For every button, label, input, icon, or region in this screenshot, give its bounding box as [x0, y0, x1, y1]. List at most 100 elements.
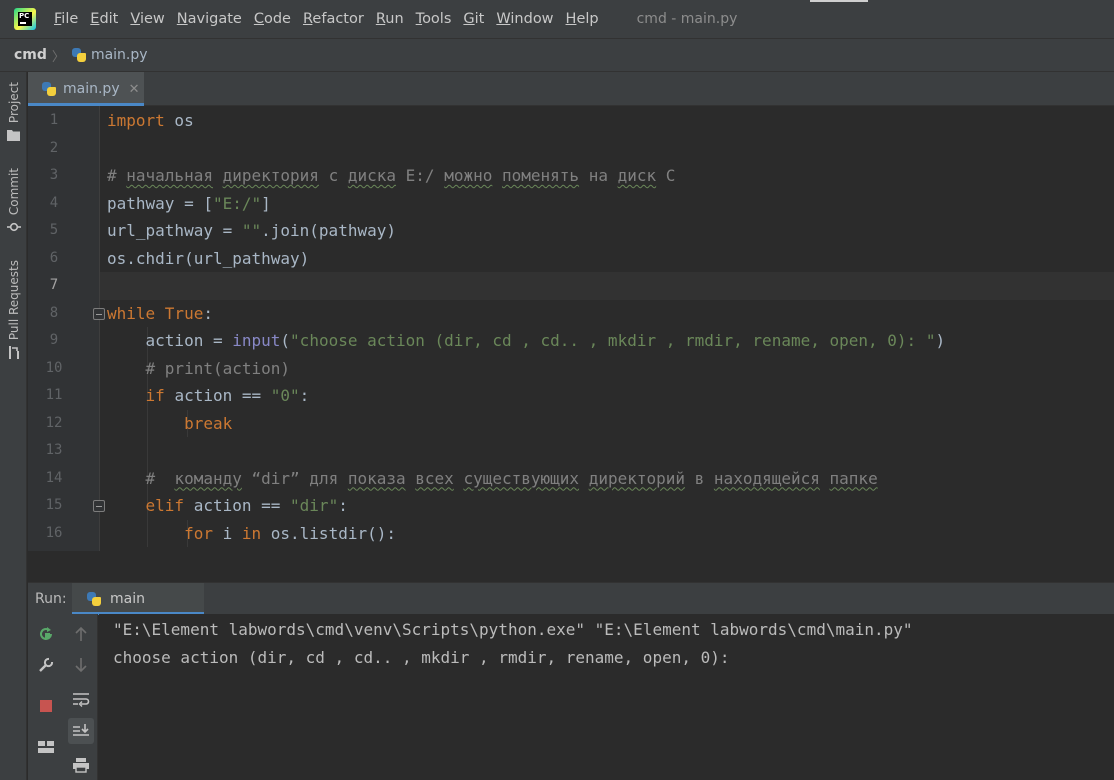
code-line[interactable]: # команду “dir” для показа всех существу… — [107, 465, 878, 493]
navigation-bar: cmd 〉 main.py — [0, 38, 1114, 72]
code-token: ( — [280, 331, 291, 350]
menu-git[interactable]: Git — [463, 11, 484, 27]
line-number: 13 — [45, 442, 63, 458]
breadcrumb-file[interactable]: main.py — [91, 47, 148, 63]
project-tool-label: Project — [6, 82, 21, 124]
wrench-icon — [39, 657, 54, 672]
fold-marker-icon[interactable] — [93, 307, 105, 320]
menu-mnemonic: T — [415, 11, 423, 27]
breadcrumb-project[interactable]: cmd — [14, 47, 47, 63]
soft-wrap-icon — [73, 693, 90, 707]
layout-icon — [38, 741, 54, 753]
rerun-button[interactable] — [33, 621, 59, 647]
menu-refactor[interactable]: Refactor — [303, 11, 364, 27]
code-line[interactable]: os.chdir(url_pathway) — [107, 245, 309, 273]
code-token: всех — [415, 468, 454, 488]
breadcrumb-separator: 〉 — [51, 49, 65, 65]
code-token: ] — [261, 193, 271, 213]
menu-mnemonic: F — [54, 11, 62, 27]
code-line[interactable]: if action == "0": — [107, 382, 310, 410]
tab-main-py[interactable]: main.py ✕ — [28, 72, 144, 106]
code-line[interactable]: url_pathway = "".join(pathway) — [107, 217, 396, 245]
code-token: in — [241, 523, 271, 543]
menu-run[interactable]: Run — [376, 11, 404, 27]
code-token: показа — [347, 468, 406, 488]
code-token: True — [164, 303, 204, 323]
code-token: elif — [145, 496, 194, 515]
arrow-up-icon — [75, 626, 87, 641]
scroll-to-end-button[interactable] — [68, 718, 94, 744]
code-line[interactable]: while True: — [107, 300, 213, 328]
folder-icon — [7, 130, 20, 142]
soft-wrap-button[interactable] — [68, 686, 94, 712]
code-token: находящейся — [713, 468, 820, 488]
window-title: cmd - main.py — [636, 11, 738, 27]
rerun-icon — [40, 627, 52, 640]
line-number: 9 — [49, 332, 59, 348]
fold-marker-icon[interactable] — [93, 500, 105, 512]
editor-gutter: 1 2 3 4 5 6 7 8 9 10 11 12 13 14 15 16 — [28, 106, 105, 551]
menu-bar: PC File Edit View Navigate Code Refactor Run To… — [0, 0, 1114, 38]
stop-button[interactable] — [33, 693, 59, 719]
current-line-highlight — [100, 272, 1114, 300]
code-line[interactable]: for i in os.listdir(): — [107, 520, 396, 548]
line-number: 7 — [49, 277, 59, 293]
menu-edit[interactable]: Edit — [90, 11, 118, 27]
line-number: 6 — [49, 249, 59, 266]
run-toolbar — [28, 614, 98, 780]
commit-tool-window-button[interactable]: Commit — [0, 168, 27, 233]
menu-code[interactable]: Code — [254, 11, 291, 27]
pull-requests-tool-window-button[interactable]: Pull Requests — [0, 260, 27, 360]
arrow-down-icon — [75, 658, 87, 673]
code-token: pathway = [ — [107, 193, 213, 213]
run-tab-main[interactable]: main — [72, 583, 204, 615]
menu-window[interactable]: Window — [496, 11, 553, 27]
previous-occurrence-button[interactable] — [68, 621, 94, 647]
code-line[interactable]: action = input("choose action (dir, cd ,… — [107, 327, 946, 355]
menu-mnemonic: V — [130, 11, 140, 27]
menu-mnemonic: C — [253, 11, 264, 27]
code-token: ) — [935, 331, 946, 350]
menu-view[interactable]: View — [130, 11, 164, 27]
next-occurrence-button[interactable] — [68, 652, 94, 678]
modify-run-configuration-button[interactable] — [33, 652, 59, 678]
code-token: # print(action) — [107, 358, 291, 378]
commit-tool-label: Commit — [6, 168, 21, 216]
code-token: диска — [347, 166, 397, 185]
menu-file[interactable]: File — [54, 11, 78, 27]
code-token: начальная — [126, 166, 213, 185]
code-token: папке — [829, 468, 878, 488]
pull-requests-tool-label: Pull Requests — [6, 260, 21, 341]
close-tab-icon[interactable]: ✕ — [129, 82, 140, 97]
layout-button[interactable] — [33, 734, 59, 760]
menu-help[interactable]: Help — [566, 11, 599, 27]
menu-mnemonic: E — [90, 11, 100, 27]
print-button[interactable] — [68, 752, 94, 778]
code-token: "choose action (dir, cd , cd.. , mkdir ,… — [290, 331, 936, 350]
line-number: 5 — [49, 222, 59, 238]
run-console-output[interactable]: "E:\Element labwords\cmd\venv\Scripts\py… — [99, 614, 1114, 780]
code-line[interactable]: import os — [107, 107, 194, 135]
code-line[interactable]: break — [107, 410, 232, 438]
code-token: input — [232, 331, 281, 350]
stop-icon — [40, 700, 52, 712]
menu-navigate[interactable]: Navigate — [177, 11, 242, 27]
console-line: choose action (dir, cd , cd.. , mkdir , … — [113, 648, 740, 667]
menu-mnemonic: N — [176, 11, 188, 27]
code-line[interactable]: pathway = ["E:/"] — [107, 190, 271, 218]
code-editor[interactable]: 1 2 3 4 5 6 7 8 9 10 11 12 13 14 15 16 import os # начал… — [28, 106, 1114, 551]
code-line[interactable]: elif action == "dir": — [107, 492, 348, 520]
code-token: команду — [174, 468, 242, 488]
code-line[interactable]: # начальная директория с диска E:/ можно… — [107, 162, 675, 190]
run-panel-label: Run: — [35, 590, 67, 607]
project-tool-window-button[interactable]: Project — [0, 82, 27, 142]
code-token: if — [145, 386, 175, 405]
code-line[interactable]: # print(action) — [107, 355, 291, 383]
menu-tools[interactable]: Tools — [416, 11, 452, 27]
